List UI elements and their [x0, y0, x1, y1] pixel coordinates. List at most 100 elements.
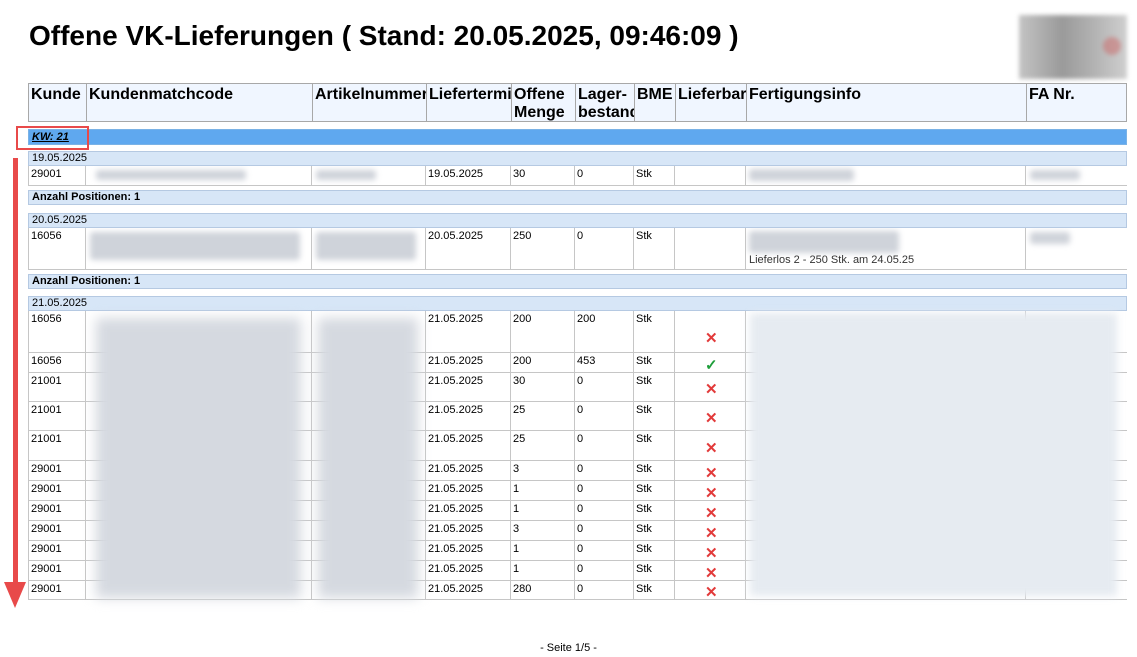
- cell-liefertermin: 21.05.2025: [426, 521, 511, 540]
- cell-lieferbar: ✕: [675, 501, 746, 520]
- cell-liefertermin: 21.05.2025: [426, 311, 511, 352]
- check-icon: ✓: [705, 356, 718, 373]
- cell-lagerbestand: 0: [575, 481, 634, 500]
- cell-liefertermin: 21.05.2025: [426, 481, 511, 500]
- col-header-lieferbar: Lieferbar: [676, 84, 747, 121]
- cell-kunde: 21001: [29, 431, 86, 460]
- table-row[interactable]: 16056 20.05.2025 250 0 Stk Lieferlos 2 -…: [28, 228, 1127, 270]
- cell-liefertermin: 21.05.2025: [426, 501, 511, 520]
- cell-liefertermin: 21.05.2025: [426, 561, 511, 580]
- cell-kunde: 29001: [29, 541, 86, 560]
- positions-count: Anzahl Positionen: 1: [28, 274, 1127, 289]
- fertigungsinfo-text: Lieferlos 2 - 250 Stk. am 24.05.25: [749, 254, 915, 266]
- redacted-area: [318, 318, 418, 598]
- table-row[interactable]: 29001 19.05.2025 30 0 Stk: [28, 166, 1127, 186]
- cell-kunde: 29001: [29, 461, 86, 480]
- cell-lagerbestand: 0: [575, 501, 634, 520]
- col-header-liefertermin: Liefertermin: [427, 84, 512, 121]
- cell-lieferbar: ✕: [675, 311, 746, 352]
- cell-kunde: 29001: [29, 581, 86, 599]
- cell-kundenmatchcode: [86, 166, 312, 185]
- cell-lieferbar: ✕: [675, 481, 746, 500]
- cross-icon: ✕: [705, 504, 718, 521]
- cell-bme: Stk: [634, 481, 675, 500]
- cell-lagerbestand: 0: [575, 402, 634, 430]
- company-logo: [1019, 15, 1127, 79]
- col-header-offene-menge: Offene Menge: [512, 84, 576, 121]
- cell-lieferbar: [675, 166, 746, 185]
- cell-lagerbestand: 0: [575, 166, 634, 185]
- cell-bme: Stk: [634, 353, 675, 372]
- cell-lieferbar: ✕: [675, 461, 746, 480]
- cell-bme: Stk: [634, 402, 675, 430]
- redacted-area: [750, 313, 1117, 596]
- cell-fa-nr: [1026, 166, 1126, 185]
- cell-fa-nr: [1026, 228, 1126, 269]
- cross-icon: ✕: [705, 524, 718, 541]
- cell-kunde: 16056: [29, 311, 86, 352]
- page-title: Offene VK-Lieferungen ( Stand: 20.05.202…: [29, 20, 739, 51]
- cell-offene-menge: 1: [511, 561, 575, 580]
- cell-bme: Stk: [634, 521, 675, 540]
- positions-count: Anzahl Positionen: 1: [28, 190, 1127, 205]
- page-number: - Seite 1/5 -: [540, 642, 597, 654]
- cross-icon: ✕: [705, 544, 718, 561]
- cell-offene-menge: 250: [511, 228, 575, 269]
- col-header-kundenmatchcode: Kundenmatchcode: [87, 84, 313, 121]
- cell-lieferbar: ✕: [675, 402, 746, 430]
- cell-bme: Stk: [634, 311, 675, 352]
- cell-offene-menge: 3: [511, 461, 575, 480]
- arrow-down-icon: [4, 582, 26, 608]
- cross-icon: ✕: [705, 584, 718, 599]
- cell-lagerbestand: 0: [575, 521, 634, 540]
- cell-liefertermin: 21.05.2025: [426, 373, 511, 401]
- cell-offene-menge: 30: [511, 373, 575, 401]
- cell-offene-menge: 1: [511, 541, 575, 560]
- cell-kunde: 29001: [29, 561, 86, 580]
- cell-kunde: 29001: [29, 481, 86, 500]
- cross-icon: ✕: [705, 564, 718, 581]
- col-header-kunde: Kunde: [29, 84, 87, 121]
- cell-lagerbestand: 0: [575, 561, 634, 580]
- cell-kunde: 29001: [29, 521, 86, 540]
- cell-artikelnummer: [312, 228, 426, 269]
- cross-icon: ✕: [705, 329, 718, 347]
- cell-kundenmatchcode: [86, 228, 312, 269]
- cell-bme: Stk: [634, 373, 675, 401]
- col-header-fa-nr: FA Nr.: [1029, 86, 1075, 103]
- cell-lieferbar: ✕: [675, 581, 746, 599]
- cell-lieferbar: ✕: [675, 521, 746, 540]
- scroll-arrow: [13, 158, 18, 588]
- cell-fertigungsinfo: Lieferlos 2 - 250 Stk. am 24.05.25: [746, 228, 1026, 269]
- cell-offene-menge: 1: [511, 501, 575, 520]
- cell-liefertermin: 19.05.2025: [426, 166, 511, 185]
- cell-liefertermin: 21.05.2025: [426, 581, 511, 599]
- col-header-lagerbestand: Lager-bestand: [578, 84, 635, 121]
- date-band: 21.05.2025: [28, 296, 1127, 311]
- cell-lagerbestand: 0: [575, 431, 634, 460]
- cross-icon: ✕: [705, 464, 718, 481]
- cell-lagerbestand: 0: [575, 228, 634, 269]
- col-header-artikelnummer: Artikelnummer: [313, 84, 427, 121]
- cell-liefertermin: 20.05.2025: [426, 228, 511, 269]
- cell-liefertermin: 21.05.2025: [426, 402, 511, 430]
- cell-lagerbestand: 200: [575, 311, 634, 352]
- cell-offene-menge: 1: [511, 481, 575, 500]
- date-band: 19.05.2025: [28, 151, 1127, 166]
- cell-lieferbar: [675, 228, 746, 269]
- cell-offene-menge: 3: [511, 521, 575, 540]
- cross-icon: ✕: [705, 410, 718, 427]
- cell-liefertermin: 21.05.2025: [426, 431, 511, 460]
- week-highlight-box: [16, 126, 89, 150]
- cell-lieferbar: ✕: [675, 541, 746, 560]
- cell-lagerbestand: 0: [575, 461, 634, 480]
- cell-kunde: 29001: [29, 501, 86, 520]
- cell-bme: Stk: [634, 541, 675, 560]
- col-header-fertigungsinfo: Fertigungsinfo: [747, 84, 1027, 121]
- cell-liefertermin: 21.05.2025: [426, 461, 511, 480]
- cross-icon: ✕: [705, 484, 718, 501]
- cell-lieferbar: ✕: [675, 561, 746, 580]
- cell-bme: Stk: [634, 461, 675, 480]
- cell-lagerbestand: 453: [575, 353, 634, 372]
- cell-artikelnummer: [312, 166, 426, 185]
